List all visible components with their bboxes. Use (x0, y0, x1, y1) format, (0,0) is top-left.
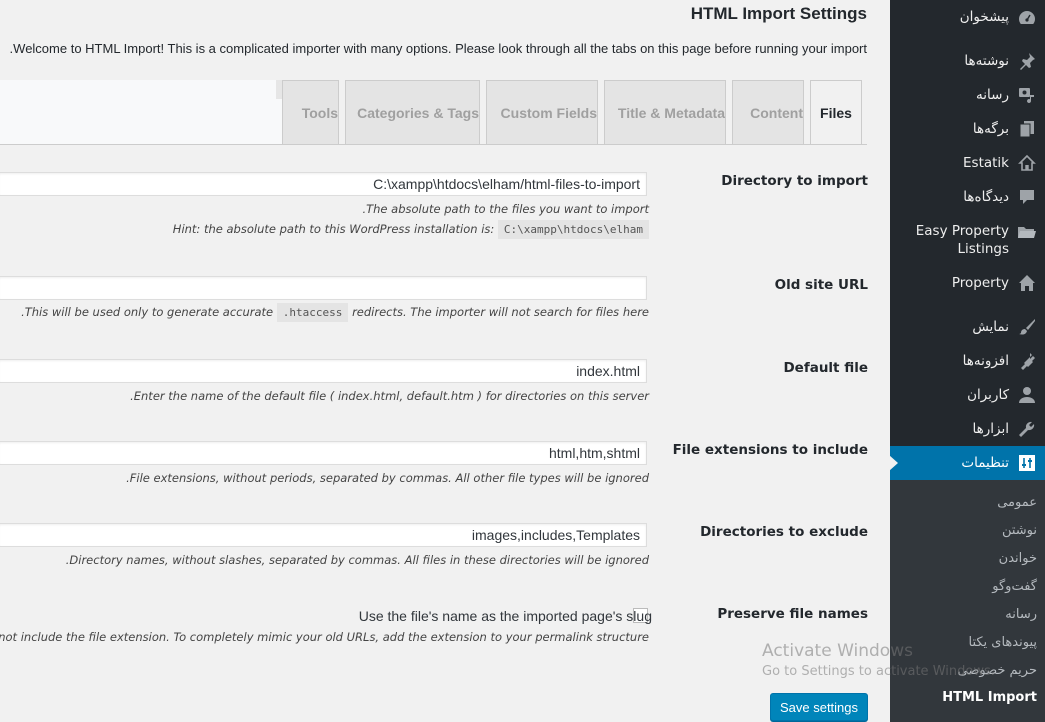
menu-label: Easy Property Listings (915, 223, 1009, 257)
sidebar-item-appearance[interactable]: نمایش (890, 310, 1045, 344)
menu-label: نوشته‌ها (964, 53, 1009, 69)
extensions-input[interactable] (0, 441, 647, 465)
tab-content[interactable]: Content (732, 80, 804, 144)
submenu-item-html-import[interactable]: HTML Import (942, 690, 1037, 705)
settings-icon (1009, 455, 1045, 471)
exclude-description: .Directory names, without slashes, separ… (65, 553, 649, 567)
brush-icon (1009, 318, 1045, 336)
tab-label: Title & Metadata (617, 104, 725, 121)
admin-sidebar: پیشخوان نوشته‌ها رسانه برگه‌ها Estatik د… (889, 0, 1045, 722)
desc-before: .This will be used only to generate accu… (21, 305, 274, 319)
folder-icon (1009, 216, 1045, 240)
directory-hint: Hint: the absolute path to this WordPres… (172, 220, 649, 239)
sidebar-item-settings[interactable]: تنظیمات (889, 446, 1045, 480)
desc-after: redirects. The importer will not search … (352, 305, 649, 319)
menu-label: کاربران (967, 387, 1009, 403)
sidebar-item-plugins[interactable]: افزونه‌ها (890, 344, 1045, 378)
extensions-label: File extensions to include (672, 442, 868, 458)
pin-icon (1009, 52, 1045, 70)
menu-label: رسانه (976, 87, 1009, 103)
plugin-icon (1009, 352, 1045, 370)
preserve-checkbox-label[interactable]: Use the file's name as the imported page… (359, 608, 652, 624)
menu-label: Estatik (963, 155, 1009, 171)
default-file-input[interactable] (0, 359, 647, 383)
home-icon (1009, 274, 1045, 292)
tab-title-metadata[interactable]: Title & Metadata (604, 80, 726, 144)
menu-label: ابزارها (972, 421, 1009, 437)
directory-label: Directory to import (721, 173, 868, 189)
settings-submenu: عمومی نوشتن خواندن گفت‌وگو رسانه پیوندها… (890, 480, 1045, 722)
media-icon (1009, 86, 1045, 104)
htaccess-code: .htaccess (276, 303, 349, 322)
menu-label: نمایش (972, 319, 1009, 335)
sidebar-item-estatik[interactable]: Estatik (890, 146, 1045, 180)
submenu-item-privacy[interactable]: حریم خصوصی (957, 663, 1037, 678)
sidebar-item-easy-property-listings[interactable]: Easy Property Listings (890, 216, 1045, 264)
tab-label: Custom Fields (500, 104, 597, 121)
sidebar-item-dashboard[interactable]: پیشخوان (890, 0, 1045, 34)
old-url-input[interactable] (0, 276, 647, 300)
sidebar-item-posts[interactable]: نوشته‌ها (890, 44, 1045, 78)
save-settings-button[interactable]: Save settings (770, 693, 868, 721)
submenu-item-reading[interactable]: خواندن (999, 551, 1037, 566)
tab-categories-tags[interactable]: Categories & Tags (345, 80, 480, 144)
exclude-label: Directories to exclude (700, 524, 868, 540)
sidebar-item-media[interactable]: رسانه (890, 78, 1045, 112)
tab-label: Content (750, 104, 803, 121)
submenu-item-writing[interactable]: نوشتن (1002, 523, 1037, 538)
menu-label: برگه‌ها (972, 121, 1009, 137)
menu-label: دیدگاه‌ها (963, 189, 1009, 205)
old-url-label: Old site URL (774, 277, 868, 293)
default-file-label: Default file (783, 360, 868, 376)
submenu-item-general[interactable]: عمومی (997, 495, 1037, 510)
menu-label: پیشخوان (959, 9, 1009, 25)
directory-input[interactable] (0, 172, 647, 196)
sidebar-item-comments[interactable]: دیدگاه‌ها (890, 180, 1045, 214)
sidebar-item-pages[interactable]: برگه‌ها (890, 112, 1045, 146)
tab-custom-fields[interactable]: Custom Fields (486, 80, 598, 144)
submenu-item-media[interactable]: رسانه (1005, 607, 1037, 622)
exclude-input[interactable] (0, 523, 647, 547)
menu-label: افزونه‌ها (962, 353, 1009, 369)
old-url-description: .This will be used only to generate accu… (21, 303, 649, 322)
dashboard-icon (1009, 9, 1045, 25)
submenu-item-discussion[interactable]: گفت‌وگو (992, 579, 1037, 594)
wordpress-path-code: C:\xampp\htdocs\elham (497, 220, 649, 239)
tab-label: Categories & Tags (357, 104, 479, 121)
extensions-description: .File extensions, without periods, separ… (126, 471, 649, 485)
submenu-item-permalinks[interactable]: پیوندهای یکتا (968, 635, 1037, 650)
preserve-description: not include the file extension. To compl… (0, 630, 649, 644)
sidebar-item-property[interactable]: Property (890, 266, 1045, 300)
intro-text: .Welcome to HTML Import! This is a compl… (9, 41, 867, 56)
sidebar-item-tools[interactable]: ابزارها (890, 412, 1045, 446)
directory-description: .The absolute path to the files you want… (362, 202, 649, 216)
preserve-label: Preserve file names (717, 606, 868, 622)
wrench-icon (1009, 420, 1045, 438)
tab-tools[interactable]: Tools (282, 80, 339, 144)
tab-files[interactable]: Files (810, 80, 862, 144)
pages-icon (1009, 120, 1045, 138)
menu-label: Property (951, 275, 1009, 291)
home-outline-icon (1009, 154, 1045, 172)
comment-icon (1009, 188, 1045, 206)
default-file-description: .Enter the name of the default file ( in… (130, 389, 649, 403)
user-icon (1009, 386, 1045, 404)
tab-panel-area (0, 80, 282, 144)
tab-label: Files (820, 104, 852, 121)
tab-label: Tools (301, 104, 338, 121)
menu-label: تنظیمات (961, 455, 1009, 471)
page-title: HTML Import Settings (690, 4, 867, 23)
sidebar-item-users[interactable]: کاربران (890, 378, 1045, 412)
tab-bar: Tools Categories & Tags Custom Fields Ti… (0, 80, 867, 145)
hint-prefix: Hint: the absolute path to this WordPres… (172, 222, 495, 236)
